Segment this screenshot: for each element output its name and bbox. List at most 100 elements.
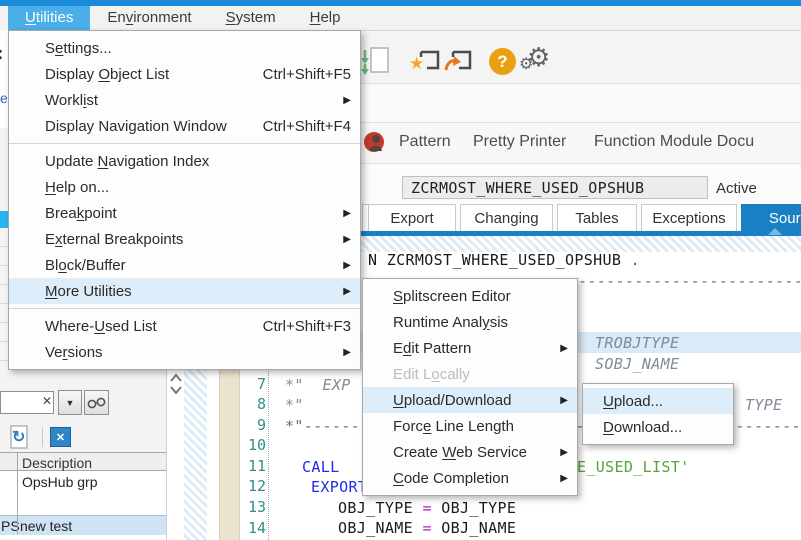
code-fragment: OBJ_NAME = OBJ_NAME <box>338 519 516 537</box>
help-glyph: ? <box>497 52 507 72</box>
scroll-chevrons-icon[interactable] <box>170 372 182 402</box>
gear-icon: ⚙ <box>519 54 533 74</box>
tab-exceptions[interactable]: Exceptions <box>641 204 737 231</box>
submenu-arrow-icon: ▶ <box>343 347 351 358</box>
menu-item-label: Splitscreen Editor <box>393 288 568 305</box>
menu-item-display-navigation-window[interactable]: Display Navigation WindowCtrl+Shift+F4 <box>9 113 360 139</box>
status-label: Active <box>716 180 757 197</box>
selected-row-sliver <box>0 211 8 228</box>
submenu-arrow-icon: ▶ <box>560 343 568 354</box>
refresh-icon[interactable]: ↻ <box>8 425 32 451</box>
table-row-selected[interactable]: PS new test <box>0 515 166 535</box>
link-text-fragment: e <box>0 90 8 106</box>
menubar-item-system[interactable]: System <box>209 6 293 30</box>
submenu-arrow-icon: ▶ <box>343 95 351 106</box>
code-fragment: TYPE <box>745 396 783 414</box>
tab-source-code[interactable]: Source code <box>741 204 801 231</box>
clear-search-icon[interactable]: ✕ <box>42 394 52 408</box>
close-list-button[interactable]: ✕ <box>50 427 71 447</box>
line-number: 9 <box>240 416 266 434</box>
menu-item-label: Breakpoint <box>45 205 325 222</box>
menu-item-label: Update Navigation Index <box>45 153 351 170</box>
code-fragment: TROBJTYPE <box>595 334 679 352</box>
line-number: 8 <box>240 395 266 413</box>
code-fragment: E_USED_LIST' <box>577 458 690 476</box>
object-list-panel: ✕ ▼ ↻ ✕ Description OpsHub grp PS new te… <box>0 368 183 540</box>
navigation-panel-sliver: ✕ e <box>0 30 8 368</box>
menu-item-label: Create Web Service <box>393 444 542 461</box>
pattern-button[interactable]: Pattern <box>399 133 451 151</box>
menu-item-label: Block/Buffer <box>45 257 325 274</box>
menu-item-versions[interactable]: Versions▶ <box>9 339 360 365</box>
line-number: 13 <box>240 498 266 516</box>
help-icon[interactable]: ? <box>489 48 516 75</box>
close-icon: ✕ <box>56 431 65 444</box>
pretty-printer-button[interactable]: Pretty Printer <box>473 133 566 151</box>
toolbar-divider <box>42 427 43 447</box>
menu-item-settings[interactable]: Settings... <box>9 35 360 61</box>
customize-layout-icon[interactable]: ⚙ ⚙ <box>519 42 555 78</box>
search-dropdown-button[interactable]: ▼ <box>58 390 82 415</box>
menu-item-label: Where-Used List <box>45 318 245 335</box>
menu-item-upload-download[interactable]: Upload/Download▶ <box>363 387 577 413</box>
table-header-row[interactable]: Description <box>0 452 166 471</box>
row-description: new test <box>20 518 72 534</box>
menu-item-label: Upload... <box>603 393 724 410</box>
tab-changing[interactable]: Changing <box>460 204 553 231</box>
import-file-icon[interactable] <box>360 45 392 77</box>
menu-item-label: Worklist <box>45 92 325 109</box>
menu-item-label: More Utilities <box>45 283 325 300</box>
menu-item-splitscreen-editor[interactable]: Splitscreen Editor <box>363 283 577 309</box>
submenu-arrow-icon: ▶ <box>343 208 351 219</box>
menu-item-runtime-analysis[interactable]: Runtime Analysis <box>363 309 577 335</box>
code-fragment: *" <box>285 396 304 414</box>
menu-item-label: Display Object List <box>45 66 245 83</box>
menu-item-label: Edit Pattern <box>393 340 542 357</box>
menu-item-create-web-service[interactable]: Create Web Service ▶ <box>363 439 577 465</box>
close-icon[interactable]: ✕ <box>0 46 4 64</box>
submenu-arrow-icon: ▶ <box>560 447 568 458</box>
upload-download-submenu: Upload... Download... <box>582 383 734 445</box>
submenu-arrow-icon: ▶ <box>343 260 351 271</box>
function-module-name-field[interactable]: ZCRMOST_WHERE_USED_OPSHUB <box>402 176 708 199</box>
splitter-hatch[interactable] <box>183 368 207 540</box>
menu-item-label: Code Completion <box>393 470 542 487</box>
create-shortcut-icon[interactable] <box>443 48 473 76</box>
menu-item-more-utilities[interactable]: More Utilities ▶ <box>9 278 360 304</box>
display-button[interactable] <box>84 390 109 415</box>
code-fragment: N ZCRMOST_WHERE_USED_OPSHUB . <box>368 251 640 269</box>
code-fragment: ------------------------ <box>578 272 801 290</box>
function-module-name: ZCRMOST_WHERE_USED_OPSHUB <box>411 179 644 197</box>
menu-item-help-on[interactable]: Help on... <box>9 174 360 200</box>
table-row[interactable]: OpsHub grp <box>0 471 166 493</box>
menu-item-download[interactable]: Download... <box>583 414 733 440</box>
code-fragment: CALL <box>302 458 340 476</box>
menu-item-update-navigation-index[interactable]: Update Navigation Index <box>9 148 360 174</box>
menu-item-block-buffer[interactable]: Block/Buffer ▶ <box>9 252 360 278</box>
menubar-item-environment[interactable]: Environment <box>90 6 208 30</box>
tab-tables[interactable]: Tables <box>557 204 637 231</box>
menu-item-where-used-list[interactable]: Where-Used ListCtrl+Shift+F3 <box>9 313 360 339</box>
panel-scrollbar[interactable] <box>166 368 184 540</box>
activate-icon[interactable] <box>363 131 386 154</box>
menu-item-edit-pattern[interactable]: Edit Pattern ▶ <box>363 335 577 361</box>
menu-item-edit-locally[interactable]: Edit Locally <box>363 361 577 387</box>
menu-item-external-breakpoints[interactable]: External Breakpoints▶ <box>9 226 360 252</box>
function-module-docu-button[interactable]: Function Module Docu <box>594 133 754 151</box>
menubar-item-utilities[interactable]: Utilities <box>8 6 90 30</box>
submenu-arrow-icon: ▶ <box>343 286 351 297</box>
menu-item-display-object-list[interactable]: Display Object ListCtrl+Shift+F5 <box>9 61 360 87</box>
menu-item-upload[interactable]: Upload... <box>583 388 733 414</box>
menu-item-label: Upload/Download <box>393 392 542 409</box>
menubar-item-help[interactable]: Help <box>293 6 358 30</box>
tab-export[interactable]: Export <box>368 204 456 231</box>
refresh-glyph: ↻ <box>12 427 25 447</box>
menu-item-worklist[interactable]: Worklist ▶ <box>9 87 360 113</box>
chevron-down-icon: ▼ <box>66 398 75 408</box>
new-session-icon[interactable]: ★ <box>411 48 441 76</box>
menu-item-breakpoint[interactable]: Breakpoint ▶ <box>9 200 360 226</box>
menu-item-force-line-length[interactable]: Force Line Length <box>363 413 577 439</box>
menu-item-code-completion[interactable]: Code Completion▶ <box>363 465 577 491</box>
row-description: OpsHub grp <box>22 474 97 490</box>
menu-item-label: Download... <box>603 419 724 436</box>
